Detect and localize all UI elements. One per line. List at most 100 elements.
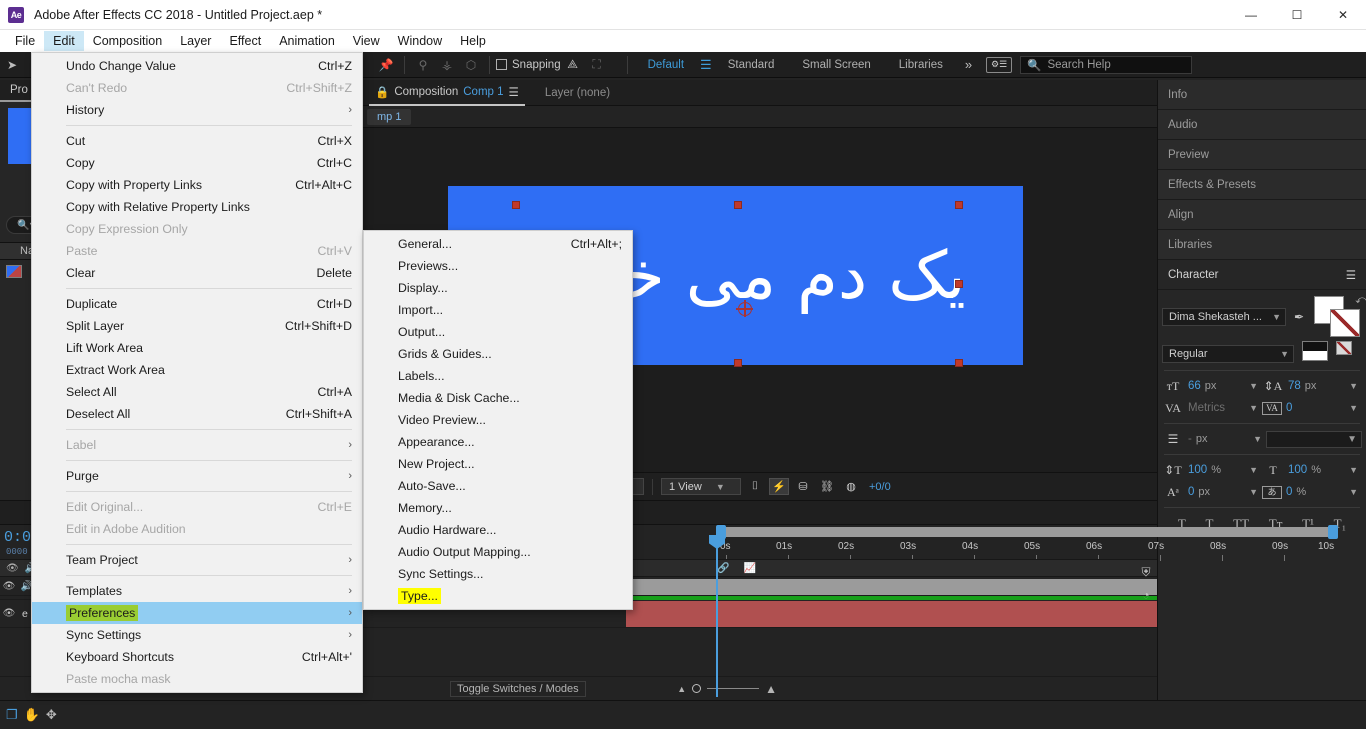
menu-item-templates[interactable]: Templates › bbox=[32, 580, 362, 602]
chevron-down-icon[interactable]: ▼ bbox=[1249, 381, 1262, 391]
menu-view[interactable]: View bbox=[344, 31, 389, 51]
puppet-overlap-icon[interactable]: ⬡ bbox=[459, 53, 483, 77]
workspace-menu-icon[interactable]: ☰ bbox=[698, 57, 714, 73]
vertical-scale-field[interactable]: ⇕T 100 % ▼ bbox=[1162, 463, 1262, 478]
menu-layer[interactable]: Layer bbox=[171, 31, 220, 51]
pref-item-audio-output-mapping[interactable]: Audio Output Mapping... bbox=[364, 541, 632, 563]
menu-item-deselect-all[interactable]: Deselect All Ctrl+Shift+A bbox=[32, 403, 362, 425]
pref-item-grids-guides[interactable]: Grids & Guides... bbox=[364, 343, 632, 365]
menu-item-purge[interactable]: Purge › bbox=[32, 465, 362, 487]
pref-item-display[interactable]: Display... bbox=[364, 277, 632, 299]
stroke-color-swatch[interactable] bbox=[1330, 309, 1360, 337]
menu-item-split-layer[interactable]: Split Layer Ctrl+Shift+D bbox=[32, 315, 362, 337]
workspace-libraries[interactable]: Libraries bbox=[885, 59, 957, 71]
chevron-down-icon[interactable]: ▼ bbox=[1349, 403, 1362, 413]
menu-item-extract-work-area[interactable]: Extract Work Area bbox=[32, 359, 362, 381]
move-tool-icon[interactable]: ✥ bbox=[46, 707, 57, 723]
leading-field[interactable]: ⇕A 78 px ▼ bbox=[1262, 379, 1362, 394]
pref-item-output[interactable]: Output... bbox=[364, 321, 632, 343]
stroke-style-select[interactable]: ▼ bbox=[1266, 430, 1362, 448]
menu-effect[interactable]: Effect bbox=[220, 31, 270, 51]
menu-item-undo[interactable]: Undo Change Value Ctrl+Z bbox=[32, 55, 362, 77]
chevron-down-icon[interactable]: ▼ bbox=[1253, 434, 1266, 444]
menu-composition[interactable]: Composition bbox=[84, 31, 171, 51]
close-icon[interactable]: ✕ bbox=[1320, 0, 1366, 30]
lock-icon[interactable]: 🔒 bbox=[375, 85, 389, 99]
reset-exposure-icon[interactable]: ◍ bbox=[841, 478, 861, 495]
pref-item-previews[interactable]: Previews... bbox=[364, 255, 632, 277]
horizontal-scale-field[interactable]: T 100 % ▼ bbox=[1262, 463, 1362, 478]
motion-blur-icon[interactable]: ◔ bbox=[1142, 588, 1149, 602]
panel-tab-libraries[interactable]: Libraries bbox=[1158, 230, 1366, 260]
pref-item-general[interactable]: General... Ctrl+Alt+; bbox=[364, 233, 632, 255]
panel-tab-info[interactable]: Info bbox=[1158, 80, 1366, 110]
timeline-ruler[interactable]: 0s 01s 02s 03s 04s 05s 06s 07s 08s 09s 1… bbox=[716, 525, 1338, 561]
menu-item-copy-relative-property-links[interactable]: Copy with Relative Property Links bbox=[32, 196, 362, 218]
pref-item-video-preview[interactable]: Video Preview... bbox=[364, 409, 632, 431]
kerning-field[interactable]: VA Metrics ▼ bbox=[1162, 401, 1262, 416]
menu-help[interactable]: Help bbox=[451, 31, 495, 51]
zoom-slider-track[interactable] bbox=[707, 688, 760, 689]
comp-flowchart-icon[interactable]: ⛓ bbox=[817, 478, 837, 495]
menu-item-keyboard-shortcuts[interactable]: Keyboard Shortcuts Ctrl+Alt+' bbox=[32, 646, 362, 668]
eye-icon[interactable]: 👁 bbox=[0, 608, 18, 619]
swap-colors-icon[interactable]: ⤺ bbox=[1355, 294, 1366, 307]
pin-tool-icon[interactable]: 📌 bbox=[374, 53, 398, 77]
pref-item-audio-hardware[interactable]: Audio Hardware... bbox=[364, 519, 632, 541]
selection-handle[interactable] bbox=[734, 359, 742, 367]
chevron-down-icon[interactable]: ▼ bbox=[1249, 403, 1262, 413]
tsume-field[interactable]: あ 0 % ▼ bbox=[1262, 485, 1362, 499]
selection-handle[interactable] bbox=[512, 201, 520, 209]
pref-item-type[interactable]: Type... bbox=[364, 585, 632, 607]
pref-item-labels[interactable]: Labels... bbox=[364, 365, 632, 387]
menu-item-copy[interactable]: Copy Ctrl+C bbox=[32, 152, 362, 174]
tab-composition[interactable]: 🔒 Composition Comp 1 ☰ bbox=[369, 80, 525, 106]
selection-tool-icon[interactable]: ➤ bbox=[0, 53, 24, 77]
menu-file[interactable]: File bbox=[6, 31, 44, 51]
puppet-pin-icon[interactable]: ⚲ bbox=[411, 53, 435, 77]
selection-handle[interactable] bbox=[734, 201, 742, 209]
graph-editor-icon[interactable]: 📈 bbox=[743, 563, 755, 574]
layer-duration-bar[interactable] bbox=[625, 578, 1157, 595]
fast-previews-icon[interactable]: ⚡ bbox=[769, 478, 789, 495]
rotate-bezier-icon[interactable]: ⟁ bbox=[561, 53, 585, 77]
panel-tab-preview[interactable]: Preview bbox=[1158, 140, 1366, 170]
puppet-starch-icon[interactable]: ⚶ bbox=[435, 53, 459, 77]
minimize-icon[interactable]: — bbox=[1228, 0, 1274, 30]
anchor-point-icon[interactable] bbox=[736, 300, 753, 317]
panel-tab-character[interactable]: Character ☰ bbox=[1158, 260, 1366, 290]
workspace-small-screen[interactable]: Small Screen bbox=[788, 59, 884, 71]
menu-item-select-all[interactable]: Select All Ctrl+A bbox=[32, 381, 362, 403]
maximize-icon[interactable]: ☐ bbox=[1274, 0, 1320, 30]
layer-shield-icon[interactable]: ⛨ bbox=[1141, 565, 1150, 580]
no-fill-icon[interactable] bbox=[1336, 341, 1352, 355]
toggle-switches-modes-button[interactable]: Toggle Switches / Modes bbox=[450, 680, 586, 697]
panel-tab-audio[interactable]: Audio bbox=[1158, 110, 1366, 140]
menu-item-preferences[interactable]: Preferences › bbox=[32, 602, 362, 624]
baseline-shift-field[interactable]: Aᵃ 0 px ▼ bbox=[1162, 485, 1262, 500]
menu-item-clear[interactable]: Clear Delete bbox=[32, 262, 362, 284]
menu-item-copy-property-links[interactable]: Copy with Property Links Ctrl+Alt+C bbox=[32, 174, 362, 196]
current-time-indicator[interactable] bbox=[709, 535, 725, 697]
menu-edit[interactable]: Edit bbox=[44, 31, 84, 51]
menu-animation[interactable]: Animation bbox=[270, 31, 344, 51]
workspace-overflow-icon[interactable]: » bbox=[957, 57, 980, 72]
pref-item-sync-settings[interactable]: Sync Settings... bbox=[364, 563, 632, 585]
work-area-end-handle[interactable] bbox=[1328, 525, 1338, 539]
hand-tool-icon[interactable]: ✋ bbox=[24, 707, 40, 723]
pref-item-appearance[interactable]: Appearance... bbox=[364, 431, 632, 453]
views-select[interactable]: 1 View ▼ bbox=[661, 478, 741, 495]
pref-item-auto-save[interactable]: Auto-Save... bbox=[364, 475, 632, 497]
chevron-down-icon[interactable]: ▼ bbox=[1349, 487, 1362, 497]
menu-item-sync-settings[interactable]: Sync Settings › bbox=[32, 624, 362, 646]
search-help-input[interactable]: 🔍 Search Help bbox=[1020, 55, 1193, 74]
current-timecode[interactable]: 0:0 bbox=[4, 529, 31, 546]
selection-handle[interactable] bbox=[955, 280, 963, 288]
menu-item-lift-work-area[interactable]: Lift Work Area bbox=[32, 337, 362, 359]
zoom-out-icon[interactable]: ▲ bbox=[677, 684, 686, 694]
duplicate-view-icon[interactable]: ❐ bbox=[6, 707, 18, 723]
tab-layer[interactable]: Layer (none) bbox=[525, 87, 630, 99]
font-family-select[interactable]: Dima Shekasteh ... ▼ bbox=[1162, 308, 1286, 326]
character-panel-menu-icon[interactable]: ☰ bbox=[1346, 268, 1356, 282]
workspace-standard[interactable]: Standard bbox=[714, 59, 789, 71]
